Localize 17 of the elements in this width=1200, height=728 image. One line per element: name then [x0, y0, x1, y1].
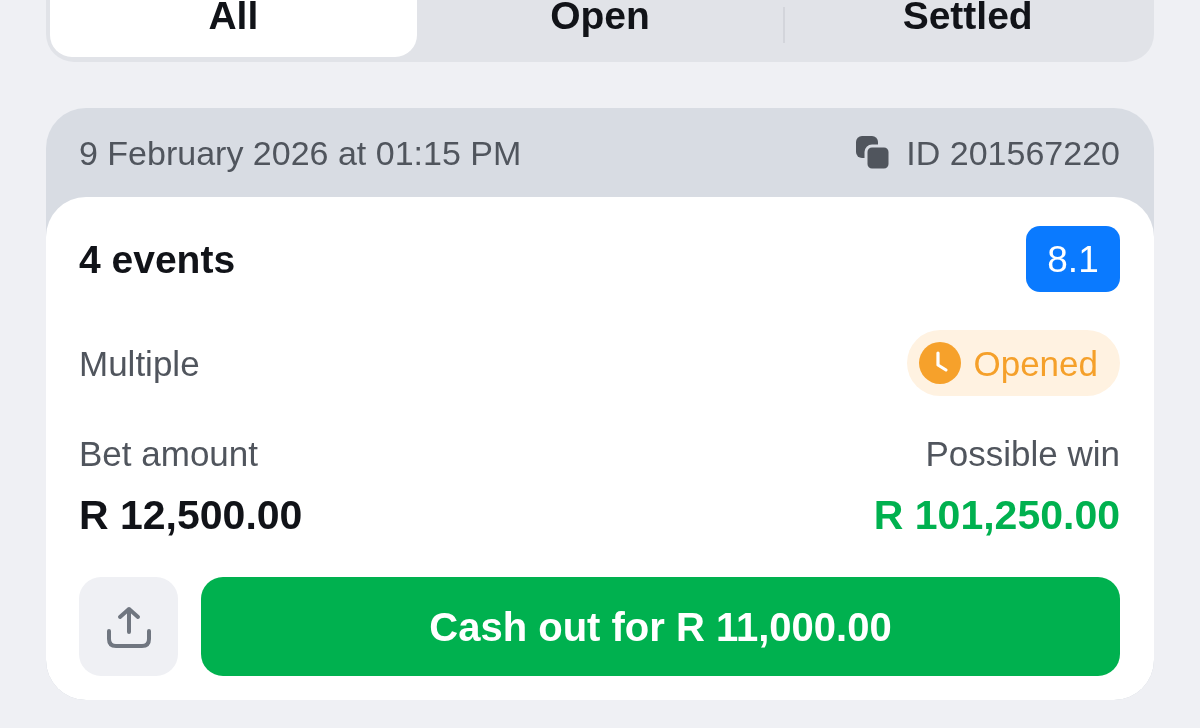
share-icon	[105, 605, 152, 648]
tab[interactable]: All	[50, 0, 417, 57]
bet-title: 4 events	[79, 239, 236, 279]
clock-icon	[919, 342, 962, 384]
status-label: Opened	[973, 345, 1098, 381]
possible-win-label: Possible win	[925, 435, 1120, 471]
share-button[interactable]	[79, 577, 178, 676]
tab[interactable]: Settled	[785, 0, 1150, 57]
bet-amount: R 12,500.00	[79, 494, 303, 536]
possible-win: R 101,250.00	[873, 494, 1120, 536]
bet-type: Multiple	[79, 345, 200, 381]
bet-date: 9 February 2026 at 01:15 PM	[79, 135, 522, 170]
bet-amount-label: Bet amount	[79, 435, 258, 471]
copy-icon[interactable]	[856, 135, 891, 170]
odds-badge: 8.1	[1026, 226, 1120, 292]
tab[interactable]: Open	[416, 0, 784, 57]
bet-id: ID 201567220	[906, 135, 1120, 170]
